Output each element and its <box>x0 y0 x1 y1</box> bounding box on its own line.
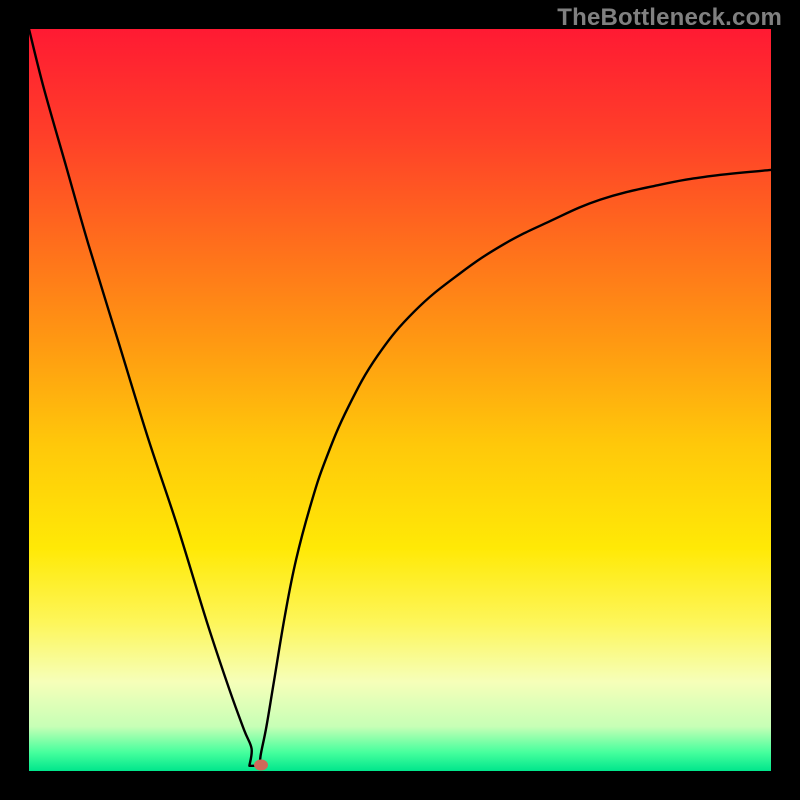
plot-area <box>29 29 771 771</box>
watermark-text: TheBottleneck.com <box>557 4 782 32</box>
chart-frame: TheBottleneck.com <box>0 0 800 800</box>
bottleneck-curve <box>29 29 771 766</box>
curve-layer <box>29 29 771 771</box>
optimal-marker <box>254 760 268 771</box>
